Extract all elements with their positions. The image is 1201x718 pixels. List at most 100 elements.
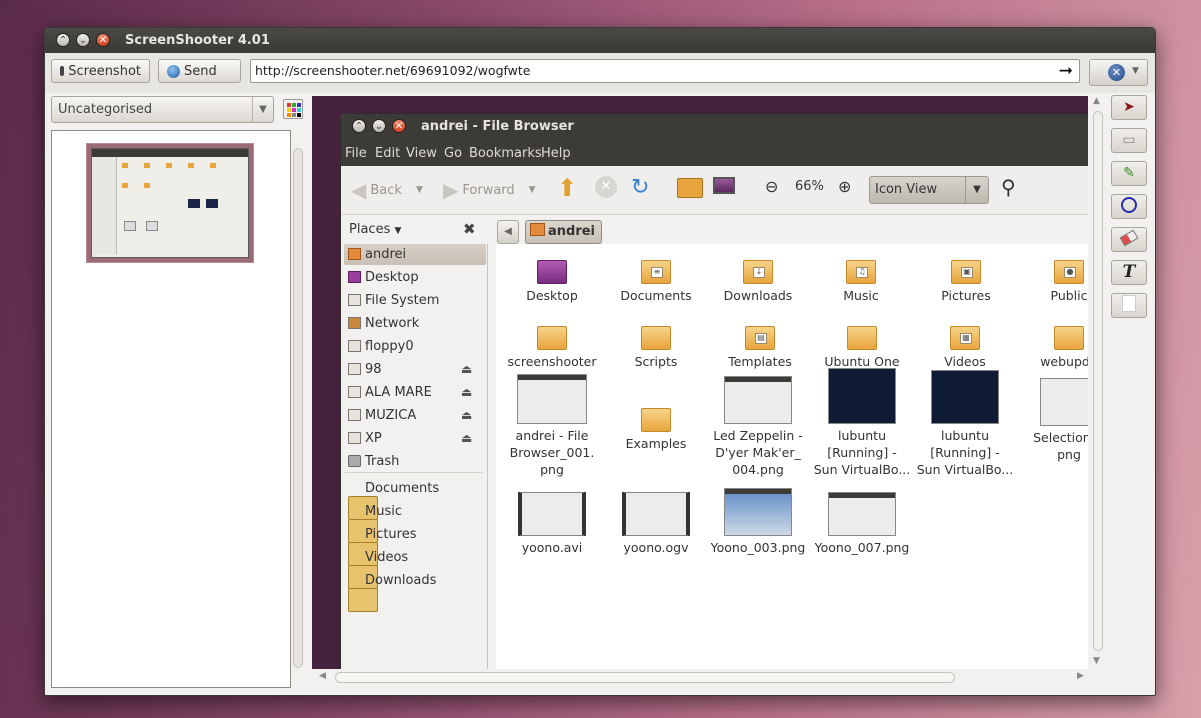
chevron-down-icon: ▼ bbox=[394, 226, 402, 236]
close-dropdown-button[interactable]: ✕ ▼ bbox=[1089, 59, 1148, 86]
thumbnail-scrollbar[interactable] bbox=[293, 148, 303, 668]
videos-folder-icon: ▦ bbox=[950, 326, 980, 350]
send-label: Send bbox=[184, 63, 217, 79]
close-icon: ✖ bbox=[463, 220, 476, 238]
desktop-folder-icon bbox=[537, 260, 567, 284]
chevron-down-icon: ▼ bbox=[1132, 66, 1139, 76]
view-mode-select: Icon View ▼ bbox=[869, 176, 989, 204]
file-item: Examples bbox=[604, 394, 708, 452]
scrollbar-thumb[interactable] bbox=[1093, 111, 1103, 651]
scroll-right-icon[interactable]: ▶ bbox=[1077, 671, 1084, 681]
screenshot-thumbnail[interactable] bbox=[86, 143, 254, 263]
save-tool-icon[interactable]: ▭ bbox=[1111, 128, 1147, 153]
screenshot-button[interactable]: Screenshot bbox=[51, 59, 150, 83]
up-arrow-icon: ⬆ bbox=[557, 174, 578, 202]
file-browser-toolbar: ◀ Back ▼ ▶ Forward ▼ ⬆ ✕ ↻ ⊖ 66% ⊕ Icon … bbox=[341, 166, 1088, 215]
folder-icon bbox=[1054, 326, 1084, 350]
canvas-horizontal-scrollbar[interactable]: ◀ ▶ bbox=[315, 670, 1095, 686]
menu-go: Go bbox=[444, 146, 463, 161]
file-item: ● Public bbox=[1017, 246, 1088, 304]
file-item: ≡ Documents bbox=[604, 246, 708, 304]
chevron-down-icon: ▼ bbox=[965, 177, 988, 203]
globe-icon bbox=[167, 64, 180, 78]
go-arrow-icon[interactable]: ➞ bbox=[1059, 60, 1073, 82]
file-item: Scripts bbox=[604, 312, 708, 370]
menu-file: File bbox=[345, 146, 367, 161]
text-tool-icon[interactable]: T bbox=[1111, 260, 1147, 285]
pictures-folder-icon: ▣ bbox=[951, 260, 981, 284]
screenshot-list bbox=[51, 130, 291, 688]
url-text: http://screenshooter.net/69691092/wogfwt… bbox=[255, 63, 531, 78]
folder-icon: ≡ bbox=[641, 260, 671, 284]
file-item: Selection_0png bbox=[1017, 378, 1088, 463]
send-button[interactable]: Send bbox=[158, 59, 241, 83]
color-palette-icon[interactable] bbox=[283, 99, 303, 119]
file-item: ▣ Pictures bbox=[914, 246, 1018, 304]
scroll-down-icon[interactable]: ▼ bbox=[1093, 656, 1100, 666]
place-file-system: File System bbox=[344, 290, 486, 311]
file-item: ↓ Downloads bbox=[706, 246, 810, 304]
trash-icon bbox=[348, 455, 361, 467]
eject-icon: ⏏ bbox=[461, 385, 473, 399]
home-icon bbox=[677, 178, 703, 198]
maximize-button: ⌄ bbox=[372, 119, 386, 133]
main-toolbar: Screenshot Send http://screenshooter.net… bbox=[45, 53, 1155, 93]
chevron-down-icon: ▼ bbox=[415, 185, 423, 195]
drive-icon bbox=[348, 432, 361, 444]
place-desktop: Desktop bbox=[344, 267, 486, 288]
canvas-vertical-scrollbar[interactable]: ▲ ▼ bbox=[1091, 96, 1105, 669]
highlight-tool-icon[interactable] bbox=[1111, 293, 1147, 318]
eraser-tool-icon[interactable] bbox=[1111, 227, 1147, 252]
image-thumbnail bbox=[724, 376, 792, 424]
arrow-right-icon: ▶ bbox=[443, 178, 459, 202]
pencil-tool-icon[interactable]: ✎ bbox=[1111, 161, 1147, 186]
screenshot-label: Screenshot bbox=[68, 63, 141, 79]
pointer-tool-icon[interactable]: ➤ bbox=[1111, 95, 1147, 120]
minimize-button[interactable]: ⌃ bbox=[56, 33, 70, 47]
file-item: lubuntu [Running] - Sun VirtualBo... bbox=[810, 368, 914, 478]
file-item: yoono.avi bbox=[500, 492, 604, 556]
close-button[interactable]: ✕ bbox=[96, 33, 110, 47]
home-icon bbox=[530, 223, 545, 236]
file-browser-menubar: File Edit View Go Bookmarks Help bbox=[341, 140, 1088, 166]
zoom-in-icon: ⊕ bbox=[838, 177, 852, 196]
image-thumbnail bbox=[724, 488, 792, 536]
stop-icon: ✕ bbox=[595, 176, 617, 198]
place-98: 98 ⏏ bbox=[344, 359, 486, 380]
scroll-up-icon[interactable]: ▲ bbox=[1093, 96, 1100, 106]
places-label: Places bbox=[349, 222, 391, 237]
ellipse-tool-icon[interactable] bbox=[1111, 194, 1147, 219]
view-mode-value: Icon View bbox=[875, 182, 938, 197]
search-icon: ⚲ bbox=[1001, 175, 1016, 199]
place-music: Music bbox=[344, 501, 486, 543]
maximize-button[interactable]: ⌄ bbox=[76, 33, 90, 47]
floppy-icon bbox=[348, 340, 361, 352]
window-titlebar[interactable]: ⌃ ⌄ ✕ ScreenShooter 4.01 bbox=[45, 28, 1155, 53]
image-thumbnail bbox=[828, 492, 896, 536]
eject-icon: ⏏ bbox=[461, 431, 473, 445]
category-select[interactable]: Uncategorised ▼ bbox=[51, 96, 274, 123]
path-back-icon: ◀ bbox=[497, 220, 519, 244]
home-icon bbox=[348, 248, 361, 260]
ubuntu-one-folder-icon bbox=[847, 326, 877, 350]
file-item: webupd8 bbox=[1017, 312, 1088, 370]
places-divider bbox=[345, 472, 483, 473]
close-button: ✕ bbox=[392, 119, 406, 133]
menu-edit: Edit bbox=[375, 146, 401, 161]
menu-view: View bbox=[406, 146, 437, 161]
computer-icon bbox=[713, 177, 735, 194]
screenshot-canvas[interactable]: ⌃ ⌄ ✕ andrei - File Browser File Edit Vi… bbox=[312, 96, 1088, 669]
scrollbar-thumb[interactable] bbox=[335, 672, 955, 683]
url-field[interactable]: http://screenshooter.net/69691092/wogfwt… bbox=[250, 59, 1080, 83]
file-browser-screenshot: ⌃ ⌄ ✕ andrei - File Browser File Edit Vi… bbox=[340, 113, 1088, 669]
file-item: yoono.ogv bbox=[604, 492, 708, 556]
file-item: andrei - File Browser_001. png bbox=[500, 374, 604, 478]
drive-icon bbox=[348, 409, 361, 421]
scroll-left-icon[interactable]: ◀ bbox=[319, 671, 326, 681]
menu-help: Help bbox=[541, 146, 571, 161]
folder-icon bbox=[641, 408, 671, 432]
file-item: ▦ Videos bbox=[913, 312, 1017, 370]
folder-icon bbox=[348, 588, 378, 612]
place-ala-mare: ALA MARE ⏏ bbox=[344, 382, 486, 403]
video-thumbnail bbox=[622, 492, 690, 536]
